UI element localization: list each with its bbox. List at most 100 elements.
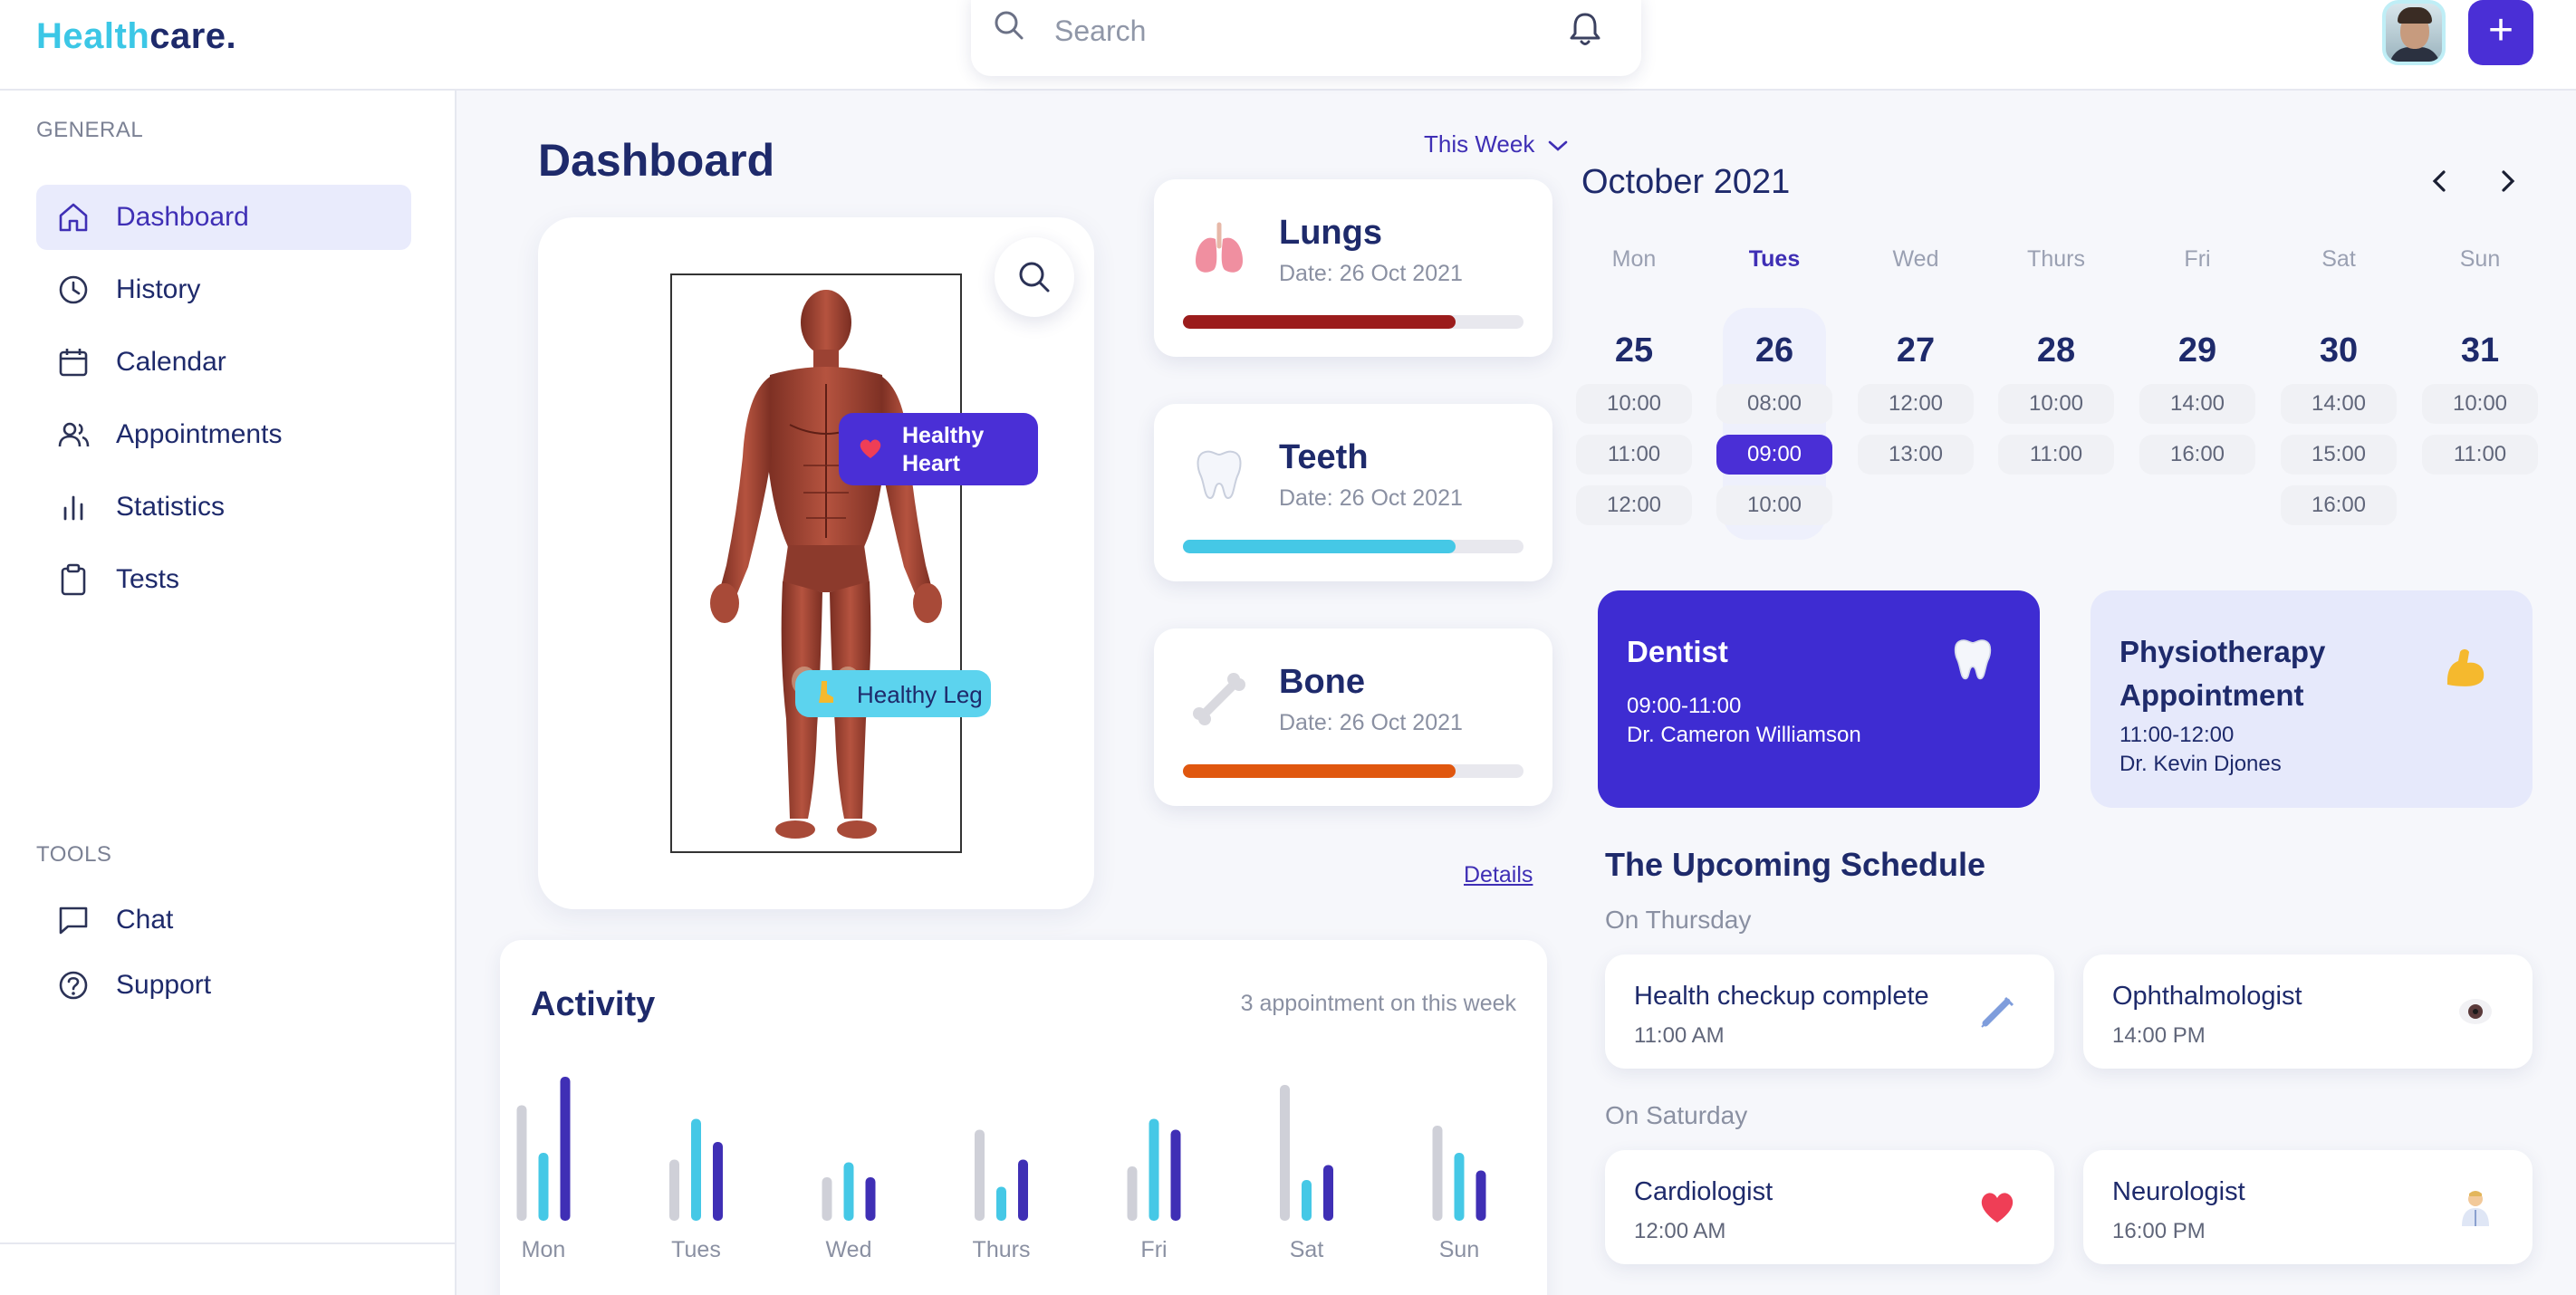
activity-bar-sat-1 bbox=[1280, 1085, 1290, 1221]
organ-progress-track bbox=[1183, 315, 1523, 329]
organ-card-bone[interactable]: Bone Date: 26 Oct 2021 bbox=[1154, 628, 1552, 806]
chevron-left-icon[interactable] bbox=[2422, 163, 2458, 199]
activity-day-label: Thurs bbox=[973, 1237, 1031, 1262]
week-selector[interactable]: This Week bbox=[1424, 130, 1569, 158]
calendar-time-slot[interactable]: 10:00 bbox=[2422, 384, 2538, 424]
calendar-time-slot[interactable]: 12:00 bbox=[1858, 384, 1974, 424]
calendar-day-number[interactable]: 30 bbox=[2298, 331, 2379, 370]
search-icon bbox=[995, 11, 1024, 40]
healthy-heart-tag[interactable]: Healthy Heart bbox=[839, 413, 1038, 485]
calendar-time-slot[interactable]: 10:00 bbox=[1716, 485, 1832, 525]
calendar-day-number[interactable]: 26 bbox=[1734, 331, 1815, 370]
calendar-time-slot[interactable]: 08:00 bbox=[1716, 384, 1832, 424]
calendar-time-slot[interactable]: 11:00 bbox=[2422, 435, 2538, 475]
appointment-card-physiotherapy[interactable]: Physiotherapy Appointment 11:00-12:00 Dr… bbox=[2091, 590, 2533, 808]
chevron-right-icon[interactable] bbox=[2489, 163, 2525, 199]
schedule-item-name: Ophthalmologist bbox=[2112, 982, 2302, 1011]
organ-name: Teeth bbox=[1279, 438, 1369, 476]
organ-progress-fill bbox=[1183, 540, 1456, 553]
sidebar-item-support[interactable]: Support bbox=[36, 953, 411, 1018]
calendar-time-slot[interactable]: 16:00 bbox=[2139, 435, 2255, 475]
activity-bar-wed-1 bbox=[822, 1177, 832, 1221]
calendar-time-slot[interactable]: 11:00 bbox=[1998, 435, 2114, 475]
human-anatomy-figure bbox=[710, 290, 942, 839]
bone-icon bbox=[1193, 673, 1245, 725]
appointment-time: 11:00-12:00 bbox=[2119, 723, 2235, 747]
calendar-time-slot[interactable]: 14:00 bbox=[2139, 384, 2255, 424]
appointment-title: Physiotherapy Appointment bbox=[2119, 635, 2326, 712]
calendar-day-number[interactable]: 27 bbox=[1875, 331, 1956, 370]
calendar-day-number[interactable]: 31 bbox=[2439, 331, 2521, 370]
sidebar-item-label: Appointments bbox=[116, 419, 283, 449]
calendar-day-number[interactable]: 29 bbox=[2157, 331, 2238, 370]
schedule-item-time: 14:00 PM bbox=[2112, 1023, 2206, 1048]
calendar-time-slot[interactable]: 13:00 bbox=[1858, 435, 1974, 475]
sidebar-divider bbox=[0, 1242, 457, 1244]
sidebar-item-label: Calendar bbox=[116, 347, 226, 377]
sidebar-item-history[interactable]: History bbox=[36, 257, 411, 322]
calendar-day-number[interactable]: 25 bbox=[1593, 331, 1675, 370]
search-bar[interactable]: Search bbox=[971, 0, 1641, 76]
activity-bar-sat-3 bbox=[1323, 1165, 1333, 1221]
calendar-day-name: Sun bbox=[2459, 246, 2501, 272]
brand-logo[interactable]: Healthcare. bbox=[36, 16, 236, 57]
sidebar-item-calendar[interactable]: Calendar bbox=[36, 330, 411, 395]
schedule-item-time: 12:00 AM bbox=[1634, 1219, 1726, 1243]
sidebar-item-chat[interactable]: Chat bbox=[36, 887, 411, 953]
calendar-time-slot[interactable]: 15:00 bbox=[2281, 435, 2397, 475]
organ-progress-track bbox=[1183, 764, 1523, 778]
calendar-day-name: Wed bbox=[1892, 246, 1939, 272]
sidebar-item-label: Statistics bbox=[116, 492, 226, 522]
search-input[interactable]: Search bbox=[1054, 14, 1146, 48]
sidebar-item-dashboard[interactable]: Dashboard bbox=[36, 185, 411, 250]
calendar-time-slot[interactable]: 12:00 bbox=[1576, 485, 1692, 525]
page-title: Dashboard bbox=[538, 135, 775, 186]
appointment-doctor: Dr. Kevin Djones bbox=[2119, 752, 2282, 776]
activity-chart: Mon Tues Wed Thurs Fri Sat Sun bbox=[516, 1077, 1486, 1262]
activity-bar-fri-1 bbox=[1127, 1166, 1138, 1221]
calendar-time-slot[interactable]: 11:00 bbox=[1576, 435, 1692, 475]
organ-name: Bone bbox=[1279, 663, 1365, 701]
details-link[interactable]: Details bbox=[1464, 862, 1533, 888]
sidebar-item-statistics[interactable]: Statistics bbox=[36, 475, 411, 540]
sidebar-item-appointments[interactable]: Appointments bbox=[36, 402, 411, 467]
calendar-day-name: Mon bbox=[1611, 246, 1657, 272]
avatar[interactable] bbox=[2382, 0, 2446, 65]
organ-progress-fill bbox=[1183, 315, 1456, 329]
search-icon bbox=[1019, 262, 1050, 293]
calendar-day-number[interactable]: 28 bbox=[2015, 331, 2097, 370]
schedule-day-label: On Saturday bbox=[1605, 1101, 1748, 1129]
appointment-time: 09:00-11:00 bbox=[1627, 694, 1742, 718]
organ-card-teeth[interactable]: Teeth Date: 26 Oct 2021 bbox=[1154, 404, 1552, 581]
sidebar-item-tests[interactable]: Tests bbox=[36, 547, 411, 612]
activity-day-label: Fri bbox=[1140, 1237, 1167, 1262]
activity-bar-mon-2 bbox=[538, 1153, 549, 1221]
zoom-button[interactable] bbox=[995, 237, 1074, 317]
add-button[interactable]: + bbox=[2468, 0, 2533, 65]
appointment-card-dentist[interactable]: Dentist 09:00-11:00 Dr. Cameron Williams… bbox=[1598, 590, 2040, 808]
calendar-time-slot[interactable]: 14:00 bbox=[2281, 384, 2397, 424]
chevron-down-icon bbox=[1548, 140, 1567, 151]
schedule-item-ophthalmologist[interactable]: Ophthalmologist 14:00 PM bbox=[2083, 954, 2533, 1069]
calendar-time-slot[interactable]: 10:00 bbox=[1576, 384, 1692, 424]
activity-bar-thurs-3 bbox=[1018, 1159, 1028, 1221]
schedule-item-cardiologist[interactable]: Cardiologist 12:00 AM bbox=[1605, 1150, 2054, 1264]
body-model-image bbox=[670, 273, 962, 853]
top-bar: Healthcare. Search + bbox=[0, 0, 2576, 91]
help-circle-icon bbox=[59, 971, 88, 1000]
schedule-item-neurologist[interactable]: Neurologist 16:00 PM bbox=[2083, 1150, 2533, 1264]
organ-date: Date: 26 Oct 2021 bbox=[1279, 485, 1463, 511]
calendar-time-slot[interactable]: 09:00 bbox=[1716, 435, 1832, 475]
sidebar-item-label: Support bbox=[116, 970, 212, 1000]
healthy-leg-tag[interactable]: Healthy Leg bbox=[795, 670, 991, 717]
organ-card-lungs[interactable]: Lungs Date: 26 Oct 2021 bbox=[1154, 179, 1552, 357]
activity-bar-wed-2 bbox=[843, 1162, 854, 1221]
lungs-icon bbox=[1196, 222, 1243, 273]
calendar-time-slot[interactable]: 16:00 bbox=[2281, 485, 2397, 525]
clipboard-icon bbox=[61, 563, 86, 596]
calendar-time-slot[interactable]: 10:00 bbox=[1998, 384, 2114, 424]
bell-icon[interactable] bbox=[1565, 9, 1605, 49]
schedule-item-health-checkup[interactable]: Health checkup complete 11:00 AM bbox=[1605, 954, 2054, 1069]
bar-chart-icon bbox=[63, 495, 83, 521]
appointment-doctor: Dr. Cameron Williamson bbox=[1627, 723, 1861, 747]
